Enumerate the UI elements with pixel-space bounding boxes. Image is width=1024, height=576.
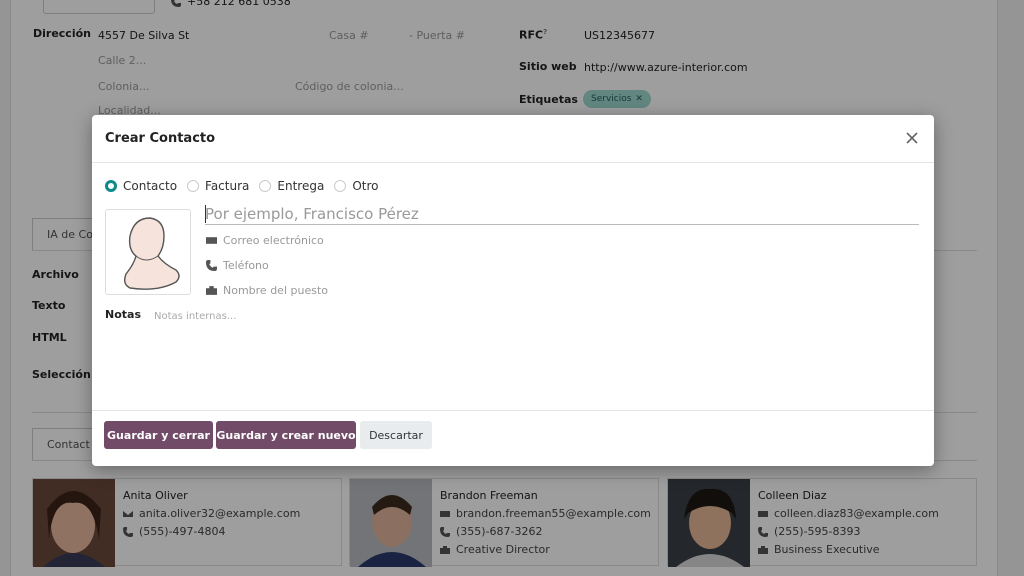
avatar-upload[interactable] <box>105 209 191 295</box>
save-new-button[interactable]: Guardar y crear nuevo <box>216 421 356 449</box>
email-field-row <box>206 234 523 247</box>
radio-dot[interactable] <box>187 180 200 192</box>
contact-type-radio-group: Contacto Factura Entrega Otro <box>105 179 378 193</box>
avatar-placeholder-icon <box>123 217 180 290</box>
dialog-footer: Guardar y cerrar Guardar y crear nuevo D… <box>92 410 934 466</box>
radio-label: Factura <box>205 179 250 193</box>
envelope-icon <box>206 237 217 244</box>
close-icon <box>906 132 918 144</box>
close-button[interactable] <box>902 128 922 148</box>
job-field-row <box>206 284 523 297</box>
job-title-field[interactable] <box>223 284 523 297</box>
create-contact-dialog: Crear Contacto Contacto Factura Entrega … <box>92 115 934 466</box>
email-field[interactable] <box>223 234 523 247</box>
radio-contacto[interactable]: Contacto <box>105 179 177 193</box>
radio-factura[interactable]: Factura <box>187 179 249 193</box>
notes-label: Notas <box>105 308 141 321</box>
text-caret <box>205 205 206 223</box>
save-close-button[interactable]: Guardar y cerrar <box>104 421 213 449</box>
phone-field-row <box>206 259 523 272</box>
notes-input[interactable] <box>154 311 914 322</box>
radio-dot[interactable] <box>334 180 347 192</box>
dialog-header: Crear Contacto <box>92 115 934 163</box>
briefcase-icon <box>206 286 217 295</box>
radio-label: Otro <box>352 179 379 193</box>
contact-name-input[interactable] <box>205 203 919 225</box>
radio-label: Contacto <box>123 179 178 193</box>
discard-button[interactable]: Descartar <box>360 421 432 449</box>
radio-label: Entrega <box>277 179 325 193</box>
phone-field[interactable] <box>223 259 523 272</box>
radio-otro[interactable]: Otro <box>334 179 378 193</box>
radio-dot[interactable] <box>105 180 117 192</box>
phone-icon <box>206 260 217 271</box>
radio-entrega[interactable]: Entrega <box>259 179 324 193</box>
radio-dot[interactable] <box>259 180 272 192</box>
dialog-title: Crear Contacto <box>105 131 216 146</box>
